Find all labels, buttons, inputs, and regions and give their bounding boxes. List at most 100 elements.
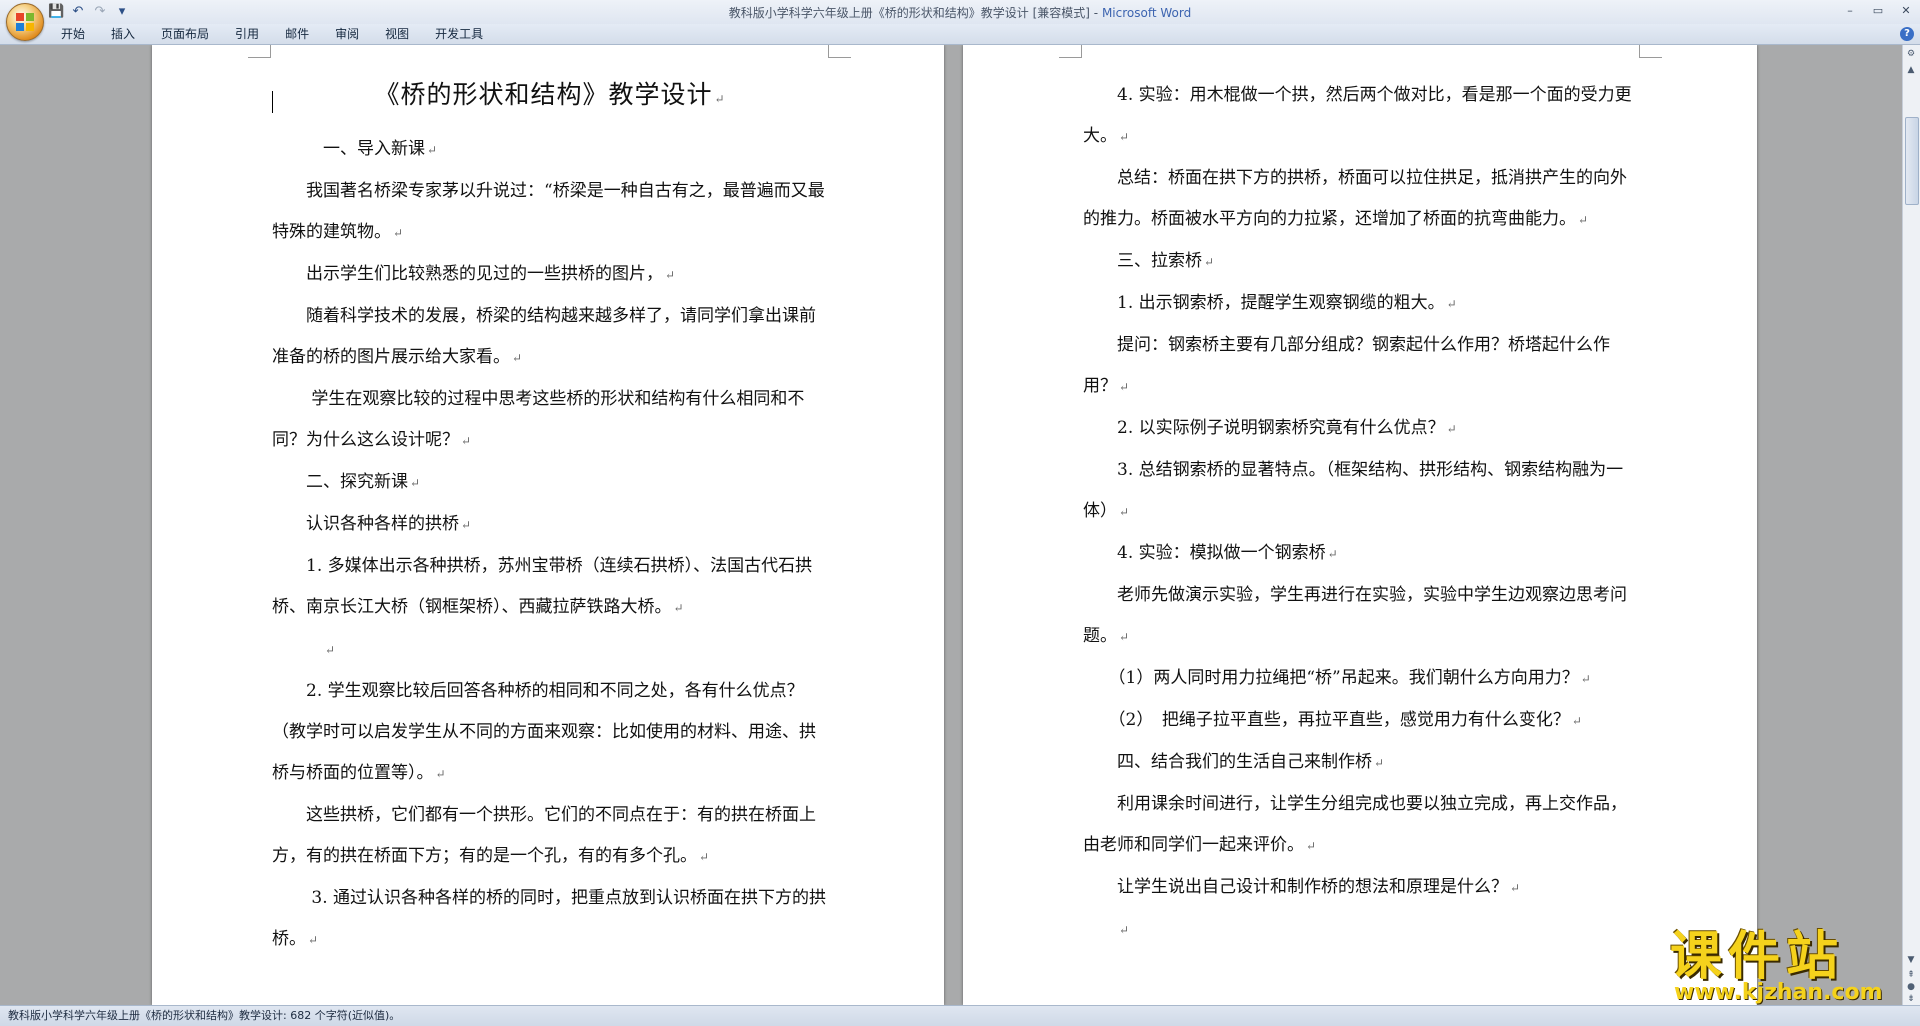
paragraph-text: 认识各种各样的拱桥 [272, 514, 459, 534]
paragraph-mark-icon: ↵ [1204, 255, 1215, 269]
paragraph-text: （1）两人同时用力拉绳把“桥”吊起来。我们朝什么方向用力？ [1083, 668, 1579, 688]
tab-review[interactable]: 审阅 [322, 24, 372, 44]
document-paragraph[interactable]: 3. 通过认识各种各样的桥的同时，把重点放到认识桥面在拱下方的拱桥。 ↵ [272, 878, 828, 961]
paragraph-mark-icon: ↵ [512, 351, 523, 365]
document-paragraph[interactable]: 1. 出示钢索桥，提醒学生观察钢缆的粗大。 ↵ [1083, 283, 1639, 325]
paragraph-text [1083, 919, 1117, 939]
document-paragraph[interactable]: 总结：桥面在拱下方的拱桥，桥面可以拉住拱足，抵消拱产生的向外的推力。桥面被水平方… [1083, 158, 1639, 241]
paragraph-mark-icon: ↵ [1119, 630, 1130, 644]
paragraph-text: 让学生说出自己设计和制作桥的想法和原理是什么？ [1083, 877, 1508, 897]
tab-view[interactable]: 视图 [372, 24, 422, 44]
paragraph-text: 2. 学生观察比较后回答各种桥的相同和不同之处，各有什么优点？（教学时可以启发学… [272, 681, 816, 783]
paragraph-mark-icon: ↵ [410, 476, 421, 490]
status-bar: 教科版小学科学六年级上册《桥的形状和结构》教学设计: 682 个字符(近似值)。 [0, 1005, 1920, 1026]
paragraph-text: 提问：钢索桥主要有几部分组成？钢索起什么作用？桥塔起什么作用？ [1083, 335, 1610, 396]
title-bar: 💾 ↶ ↷ ▾ 教科版小学科学六年级上册《桥的形状和结构》教学设计 [兼容模式]… [0, 0, 1920, 25]
paragraph-text: 老师先做演示实验，学生再进行在实验，实验中学生边观察边思考问题。 [1083, 585, 1627, 646]
document-paragraph[interactable]: （2） 把绳子拉平直些，再拉平直些，感觉用力有什么变化？ ↵ [1083, 700, 1639, 742]
scroll-thumb[interactable] [1905, 117, 1919, 205]
document-paragraph[interactable]: 4. 实验：模拟做一个钢索桥 ↵ [1083, 533, 1639, 575]
document-paragraph[interactable]: 我国著名桥梁专家茅以升说过：“桥梁是一种自古有之，最普遍而又最特殊的建筑物。 ↵ [272, 171, 828, 254]
document-paragraph[interactable]: 三、拉索桥 ↵ [1083, 241, 1639, 283]
paragraph-mark-icon: ↵ [1327, 547, 1338, 561]
document-paragraph[interactable]: 4. 实验：用木棍做一个拱，然后两个做对比，看是那一个面的受力更大。 ↵ [1083, 75, 1639, 158]
tab-insert[interactable]: 插入 [98, 24, 148, 44]
page-corner-mark [1059, 45, 1082, 58]
document-paragraph[interactable]: （1）两人同时用力拉绳把“桥”吊起来。我们朝什么方向用力？ ↵ [1083, 658, 1639, 700]
select-browse-object-icon[interactable]: ● [1905, 981, 1917, 993]
document-paragraph[interactable]: 这些拱桥，它们都有一个拱形。它们的不同点在于：有的拱在桥面上方，有的拱在桥面下方… [272, 795, 828, 878]
document-paragraph[interactable]: 提问：钢索桥主要有几部分组成？钢索起什么作用？桥塔起什么作用？ ↵ [1083, 325, 1639, 408]
tab-developer[interactable]: 开发工具 [422, 24, 496, 44]
document-paragraph[interactable]: ↵ [1083, 909, 1639, 951]
paragraph-text: 二、探究新课 [272, 472, 408, 492]
document-area: 《桥的形状和结构》教学设计 ↵ 一、导入新课 ↵ 我国著名桥梁专家茅以升说过：“桥梁… [0, 45, 1903, 1005]
paragraph-mark-icon: ↵ [1119, 923, 1130, 937]
document-paragraph[interactable]: 利用课余时间进行，让学生分组完成也要以独立完成，再上交作品，由老师和同学们一起来… [1083, 784, 1639, 867]
tab-references[interactable]: 引用 [222, 24, 272, 44]
page-1-content: 《桥的形状和结构》教学设计 ↵ 一、导入新课 ↵ 我国著名桥梁专家茅以升说过：“桥梁… [272, 75, 828, 961]
document-paragraph[interactable]: 让学生说出自己设计和制作桥的想法和原理是什么？ ↵ [1083, 867, 1639, 909]
paragraph-text: 4. 实验：模拟做一个钢索桥 [1083, 543, 1326, 563]
paragraph-mark-icon: ↵ [308, 933, 319, 947]
document-paragraph[interactable]: 3. 总结钢索桥的显著特点。（框架结构、拱形结构、钢索结构融为一体） ↵ [1083, 450, 1639, 533]
document-paragraph[interactable]: 1. 多媒体出示各种拱桥，苏州宝带桥（连续石拱桥）、法国古代石拱桥、南京长江大桥… [272, 546, 828, 629]
page-corner-mark [248, 45, 271, 58]
word-count-status[interactable]: 教科版小学科学六年级上册《桥的形状和结构》教学设计: 682 个字符(近似值)。 [0, 1009, 400, 1022]
paragraph-mark-icon: ↵ [427, 143, 438, 157]
vertical-scrollbar[interactable]: ⚙ ▲ ▼ ⇞ ● ⇟ [1902, 45, 1920, 1005]
maximize-button[interactable]: ▭ [1864, 0, 1892, 22]
document-paragraph[interactable]: ↵ [272, 629, 828, 671]
paragraph-mark-icon: ↵ [1571, 714, 1582, 728]
paragraph-mark-icon: ↵ [325, 643, 336, 657]
paragraph-mark-icon: ↵ [1510, 881, 1521, 895]
scroll-up-icon[interactable]: ▲ [1904, 63, 1918, 77]
previous-page-icon[interactable]: ⇞ [1905, 969, 1917, 981]
paragraph-text [272, 639, 323, 659]
paragraph-mark-icon: ↵ [1374, 756, 1385, 770]
watermark-logo: 课件站 [1670, 927, 1845, 987]
office-button[interactable] [6, 3, 44, 41]
paragraph-mark-icon: ↵ [714, 92, 726, 106]
page-1[interactable]: 《桥的形状和结构》教学设计 ↵ 一、导入新课 ↵ 我国著名桥梁专家茅以升说过：“桥梁… [152, 45, 944, 1005]
document-paragraph[interactable]: 认识各种各样的拱桥 ↵ [272, 504, 828, 546]
paragraph-mark-icon: ↵ [1119, 505, 1130, 519]
paragraph-mark-icon: ↵ [1446, 297, 1457, 311]
document-paragraph[interactable]: 二、探究新课 ↵ [272, 462, 828, 504]
paragraph-mark-icon: ↵ [1580, 672, 1591, 686]
tab-home[interactable]: 开始 [48, 24, 98, 44]
document-paragraph[interactable]: 2. 以实际例子说明钢索桥究竟有什么优点？ ↵ [1083, 408, 1639, 450]
paragraph-mark-icon: ↵ [1119, 380, 1130, 394]
scroll-down-icon[interactable]: ▼ [1904, 953, 1918, 967]
document-title[interactable]: 《桥的形状和结构》教学设计 ↵ [272, 75, 828, 111]
document-name: 教科版小学科学六年级上册《桥的形状和结构》教学设计 [兼容模式] [728, 6, 1090, 20]
ribbon-tabs: 开始 插入 页面布局 引用 邮件 审阅 视图 开发工具 [48, 24, 496, 44]
paragraph-mark-icon: ↵ [435, 767, 446, 781]
document-paragraph[interactable]: 老师先做演示实验，学生再进行在实验，实验中学生边观察边思考问题。 ↵ [1083, 575, 1639, 658]
office-logo-icon [16, 13, 34, 31]
document-paragraph[interactable]: 一、导入新课 ↵ [272, 129, 828, 171]
tab-page-layout[interactable]: 页面布局 [148, 24, 222, 44]
window-title: 教科版小学科学六年级上册《桥的形状和结构》教学设计 [兼容模式] - Micro… [0, 4, 1920, 21]
page-2[interactable]: 4. 实验：用木棍做一个拱，然后两个做对比，看是那一个面的受力更大。 ↵ 总结：桥… [963, 45, 1757, 1005]
document-paragraph[interactable]: 学生在观察比较的过程中思考这些桥的形状和结构有什么相同和不同？为什么这么设计呢？… [272, 379, 828, 462]
page-corner-mark [828, 45, 851, 58]
next-page-icon[interactable]: ⇟ [1905, 993, 1917, 1005]
paragraph-mark-icon: ↵ [1578, 213, 1589, 227]
paragraph-text: 四、结合我们的生活自己来制作桥 [1083, 752, 1372, 772]
help-icon[interactable]: ? [1900, 27, 1914, 41]
paragraph-mark-icon: ↵ [461, 518, 472, 532]
tab-mailings[interactable]: 邮件 [272, 24, 322, 44]
document-paragraph[interactable]: 随着科学技术的发展，桥梁的结构越来越多样了，请同学们拿出课前准备的桥的图片展示给… [272, 296, 828, 379]
paragraph-mark-icon: ↵ [673, 601, 684, 615]
watermark-url: www.kjzhan.com [1674, 980, 1883, 1005]
ruler-toggle-icon[interactable]: ⚙ [1904, 47, 1918, 61]
minimize-button[interactable]: – [1836, 0, 1864, 22]
document-paragraph[interactable]: 2. 学生观察比较后回答各种桥的相同和不同之处，各有什么优点？（教学时可以启发学… [272, 671, 828, 795]
document-paragraph[interactable]: 四、结合我们的生活自己来制作桥 ↵ [1083, 742, 1639, 784]
document-paragraph[interactable]: 出示学生们比较熟悉的见过的一些拱桥的图片， ↵ [272, 254, 828, 296]
paragraph-text: 随着科学技术的发展，桥梁的结构越来越多样了，请同学们拿出课前准备的桥的图片展示给… [272, 306, 816, 367]
close-button[interactable]: ✕ [1892, 0, 1920, 22]
paragraph-text: （2） 把绳子拉平直些，再拉平直些，感觉用力有什么变化？ [1083, 710, 1570, 730]
app-name: Microsoft Word [1101, 6, 1192, 20]
